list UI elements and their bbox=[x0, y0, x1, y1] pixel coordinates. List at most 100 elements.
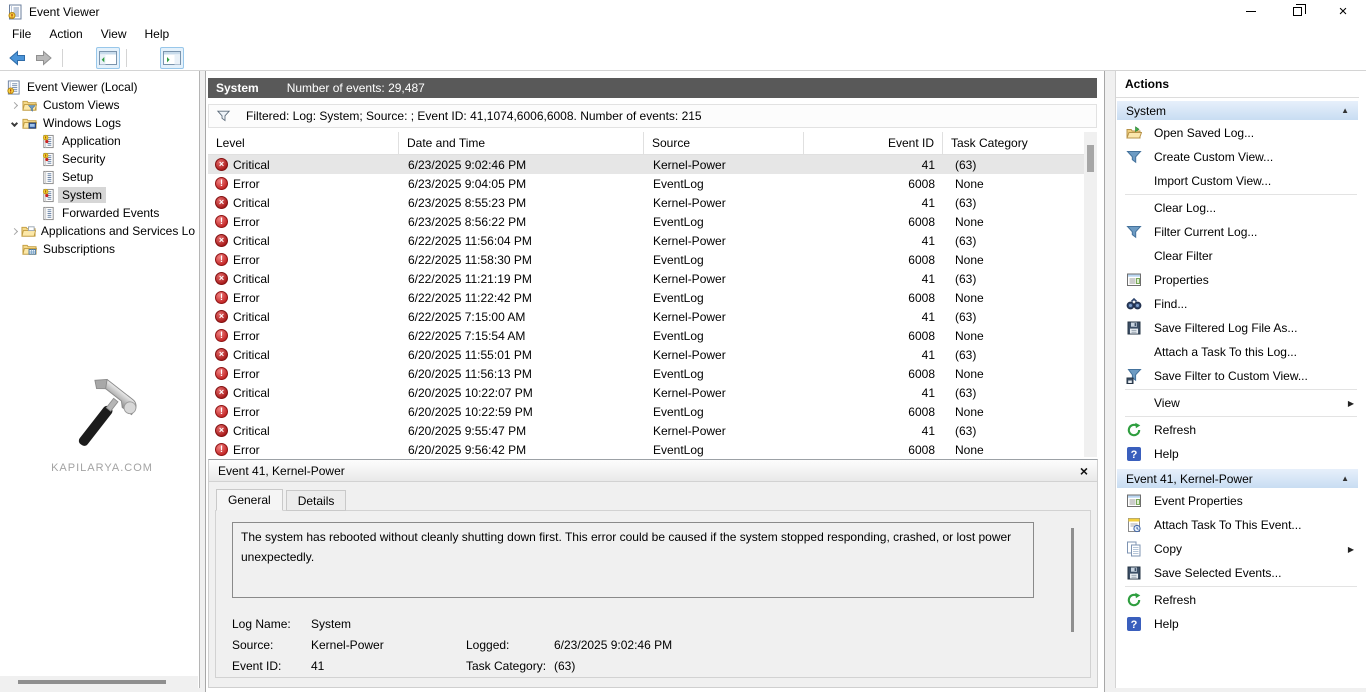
action-label: Filter Current Log... bbox=[1154, 225, 1257, 239]
action-help[interactable]: ?Help bbox=[1116, 442, 1359, 466]
restore-button[interactable] bbox=[1274, 0, 1320, 23]
event-row[interactable]: ×Critical6/20/2025 9:55:47 PMKernel-Powe… bbox=[208, 421, 1084, 440]
open-folder-button[interactable] bbox=[69, 47, 93, 69]
action-event-properties[interactable]: Event Properties bbox=[1116, 489, 1359, 513]
log-view: System Number of events: 29,487 Filtered… bbox=[205, 71, 1105, 692]
action-clear-log[interactable]: Clear Log... bbox=[1116, 196, 1359, 220]
properties-icon bbox=[1125, 493, 1143, 509]
event-row[interactable]: ×Critical6/23/2025 8:55:23 PMKernel-Powe… bbox=[208, 193, 1084, 212]
level-value: Critical bbox=[233, 348, 270, 362]
action-import-custom-view[interactable]: Import Custom View... bbox=[1116, 169, 1359, 193]
event-row[interactable]: !Error6/23/2025 9:04:05 PMEventLog6008No… bbox=[208, 174, 1084, 193]
event-row[interactable]: !Error6/20/2025 10:22:59 PMEventLog6008N… bbox=[208, 402, 1084, 421]
close-button[interactable]: × bbox=[1320, 0, 1366, 23]
tab-general[interactable]: General bbox=[216, 489, 283, 511]
source-cell: EventLog bbox=[644, 250, 804, 269]
action-section-header-system[interactable]: System▲ bbox=[1116, 100, 1359, 121]
event-row[interactable]: !Error6/20/2025 11:56:13 PMEventLog6008N… bbox=[208, 364, 1084, 383]
action-attach-a-task-to-this-log[interactable]: Attach a Task To this Log... bbox=[1116, 340, 1359, 364]
action-save-filter-to-custom-view[interactable]: Save Filter to Custom View... bbox=[1116, 364, 1359, 388]
tree-scrollbar-thumb[interactable] bbox=[18, 680, 166, 684]
action-refresh[interactable]: Refresh bbox=[1116, 418, 1359, 442]
action-save-filtered-log-file-as[interactable]: Save Filtered Log File As... bbox=[1116, 316, 1359, 340]
tree-item-custom-views[interactable]: Custom Views bbox=[0, 96, 199, 114]
action-clear-filter[interactable]: Clear Filter bbox=[1116, 244, 1359, 268]
tree-item-applications-and-services-lo[interactable]: Applications and Services Lo bbox=[0, 222, 199, 240]
field-label: Event ID: bbox=[232, 659, 311, 673]
datetime-cell: 6/20/2025 10:22:59 PM bbox=[399, 402, 644, 421]
restore-icon bbox=[1293, 7, 1302, 16]
back-arrow-button[interactable] bbox=[5, 47, 29, 69]
event-row[interactable]: !Error6/22/2025 7:15:54 AMEventLog6008No… bbox=[208, 326, 1084, 345]
column-header-event-id[interactable]: Event ID bbox=[804, 132, 943, 154]
minimize-button[interactable] bbox=[1228, 0, 1274, 23]
collapse-icon[interactable]: ▲ bbox=[1341, 474, 1349, 483]
event-list-scrollbar[interactable] bbox=[1084, 132, 1097, 457]
menu-action[interactable]: Action bbox=[40, 23, 91, 45]
action-refresh[interactable]: Refresh bbox=[1116, 588, 1359, 612]
action-open-saved-log[interactable]: Open Saved Log... bbox=[1116, 121, 1359, 145]
tree-item-subscriptions[interactable]: Subscriptions bbox=[0, 240, 199, 258]
panel-left-button[interactable] bbox=[96, 47, 120, 69]
column-header-level[interactable]: Level bbox=[208, 132, 399, 154]
preview-close-icon[interactable]: × bbox=[1080, 464, 1088, 478]
action-filter-current-log[interactable]: Filter Current Log... bbox=[1116, 220, 1359, 244]
event-row[interactable]: ×Critical6/22/2025 11:56:04 PMKernel-Pow… bbox=[208, 231, 1084, 250]
event-row[interactable]: !Error6/23/2025 8:56:22 PMEventLog6008No… bbox=[208, 212, 1084, 231]
chevron-collapsed-icon[interactable] bbox=[10, 227, 17, 234]
toolbar: ? bbox=[0, 45, 1366, 71]
event-list-scrollbar-thumb[interactable] bbox=[1087, 145, 1094, 172]
menu-help[interactable]: Help bbox=[136, 23, 179, 45]
menu-file[interactable]: File bbox=[3, 23, 40, 45]
chevron-expanded-icon[interactable] bbox=[11, 119, 18, 126]
action-view[interactable]: View▶ bbox=[1116, 391, 1359, 415]
event-row[interactable]: !Error6/22/2025 11:22:42 PMEventLog6008N… bbox=[208, 288, 1084, 307]
tree-item-system[interactable]: System bbox=[0, 186, 199, 204]
action-section-header-event-41-kernel-power[interactable]: Event 41, Kernel-Power▲ bbox=[1116, 468, 1359, 489]
event-row[interactable]: ×Critical6/23/2025 9:02:46 PMKernel-Powe… bbox=[208, 155, 1084, 174]
event-row[interactable]: ×Critical6/22/2025 11:21:19 PMKernel-Pow… bbox=[208, 269, 1084, 288]
action-find[interactable]: Find... bbox=[1116, 292, 1359, 316]
tree-horizontal-scrollbar[interactable] bbox=[0, 676, 198, 688]
tree-item-event-viewer-local[interactable]: Event Viewer (Local) bbox=[0, 78, 199, 96]
log-alert-icon bbox=[41, 152, 58, 167]
event-viewer-icon bbox=[7, 4, 23, 20]
level-cell: ×Critical bbox=[208, 345, 399, 364]
action-properties[interactable]: Properties bbox=[1116, 268, 1359, 292]
preview-scrollbar[interactable] bbox=[1071, 528, 1074, 632]
event-row[interactable]: !Error6/20/2025 9:56:42 PMEventLog6008No… bbox=[208, 440, 1084, 457]
tab-details[interactable]: Details bbox=[286, 490, 347, 511]
action-attach-task-to-this-event[interactable]: Attach Task To This Event... bbox=[1116, 513, 1359, 537]
log-plain-icon bbox=[41, 170, 58, 185]
help-icon: ? bbox=[1125, 446, 1143, 462]
hammer-watermark-image bbox=[47, 446, 157, 460]
log-title: System bbox=[216, 81, 259, 95]
action-create-custom-view[interactable]: Create Custom View... bbox=[1116, 145, 1359, 169]
panel-right-button[interactable] bbox=[160, 47, 184, 69]
help-button[interactable]: ? bbox=[133, 47, 157, 69]
column-header-source[interactable]: Source bbox=[644, 132, 804, 154]
column-header-date-and-time[interactable]: Date and Time bbox=[399, 132, 644, 154]
tree-item-label: Security bbox=[58, 151, 109, 167]
action-help[interactable]: ?Help bbox=[1116, 612, 1359, 636]
menu-view[interactable]: View bbox=[92, 23, 136, 45]
task-category-cell: (63) bbox=[943, 421, 1084, 440]
tree-item-application[interactable]: Application bbox=[0, 132, 199, 150]
event-row[interactable]: ×Critical6/20/2025 10:22:07 PMKernel-Pow… bbox=[208, 383, 1084, 402]
tree-item-forwarded-events[interactable]: Forwarded Events bbox=[0, 204, 199, 222]
event-fields: Log Name:SystemSource:Kernel-PowerLogged… bbox=[232, 613, 1074, 678]
action-copy[interactable]: Copy▶ bbox=[1116, 537, 1359, 561]
tree-item-security[interactable]: Security bbox=[0, 150, 199, 168]
event-row[interactable]: !Error6/22/2025 11:58:30 PMEventLog6008N… bbox=[208, 250, 1084, 269]
collapse-icon[interactable]: ▲ bbox=[1341, 106, 1349, 115]
tree-item-windows-logs[interactable]: Windows Logs bbox=[0, 114, 199, 132]
chevron-collapsed-icon[interactable] bbox=[11, 101, 18, 108]
level-value: Error bbox=[233, 443, 260, 457]
forward-arrow-button[interactable] bbox=[32, 47, 56, 69]
event-row[interactable]: ×Critical6/20/2025 11:55:01 PMKernel-Pow… bbox=[208, 345, 1084, 364]
event-row[interactable]: ×Critical6/22/2025 7:15:00 AMKernel-Powe… bbox=[208, 307, 1084, 326]
action-save-selected-events[interactable]: Save Selected Events... bbox=[1116, 561, 1359, 585]
column-header-task-category[interactable]: Task Category bbox=[943, 132, 1097, 154]
watermark: KAPILARYA.COM bbox=[36, 377, 168, 474]
tree-item-setup[interactable]: Setup bbox=[0, 168, 199, 186]
